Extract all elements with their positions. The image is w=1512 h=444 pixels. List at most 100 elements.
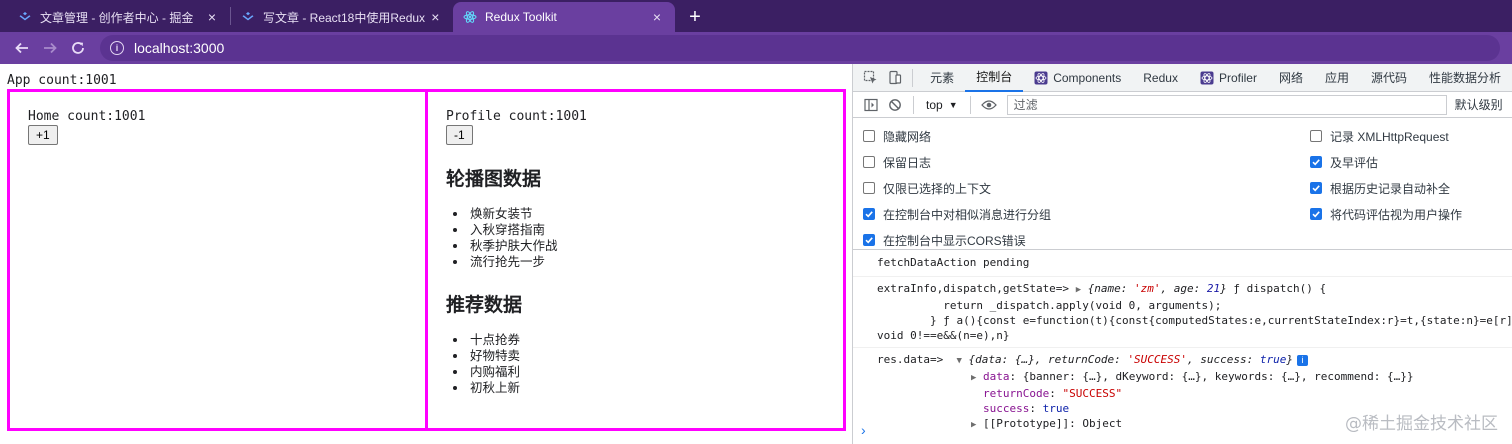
new-tab-button[interactable]: + [681,2,709,32]
recommend-list: 十点抢券 好物特卖 内购福利 初秋上新 [468,332,520,396]
info-icon[interactable]: i [1297,355,1309,366]
close-icon[interactable]: × [204,9,220,25]
close-icon[interactable]: × [428,9,443,25]
setting-autocomplete-history[interactable]: 根据历史记录自动补全 [1310,179,1450,197]
home-count-text: Home count:1001 [28,109,146,124]
setting-label: 将代码评估视为用户操作 [1330,207,1463,222]
decrement-button[interactable]: -1 [446,125,473,145]
browser-tab-title: 写文章 - React18中使用Redux T [263,10,428,25]
console-prompt[interactable]: › [861,422,866,438]
expand-triangle-icon[interactable]: ▶ [971,371,983,386]
expand-triangle-icon[interactable]: ▶ [971,418,983,433]
filter-placeholder: 过滤 [1013,98,1038,112]
string-value: 'SUCCESS' [1127,353,1188,366]
setting-selected-context-only[interactable]: 仅限已选择的上下文 [863,179,991,197]
tab-performance-insights[interactable]: 性能数据分析 [1418,64,1512,92]
checkbox-checked[interactable] [1310,182,1322,194]
property-value: : {banner: {…}, dKeyword: {…}, keywords:… [1009,370,1414,383]
setting-show-cors-errors[interactable]: 在控制台中显示CORS错误 [863,231,1026,249]
log-label: res.data=> [877,353,944,366]
list-item: 十点抢券 [468,332,520,348]
property-value: Object [1082,417,1123,430]
list-item: 好物特卖 [468,348,520,364]
eye-icon[interactable] [977,93,1001,117]
devtools-panel: 元素 控制台 Components Redux Profiler 网络 应用 源… [852,64,1512,444]
tab-redux[interactable]: Redux [1132,64,1189,92]
site-info-icon[interactable]: i [110,41,124,55]
setting-eager-evaluation[interactable]: 及早评估 [1310,153,1378,171]
object-preview[interactable]: {data: {…}, returnCode: 'SUCCESS', succe… [968,353,1293,366]
function-preview[interactable]: ƒ dispatch() { [1227,282,1326,295]
setting-group-similar[interactable]: 在控制台中对相似消息进行分组 [863,205,1051,223]
expand-triangle-icon[interactable]: ▶ [1076,283,1088,298]
juejin-logo-icon [241,10,255,24]
browser-tab-title: Redux Toolkit [485,10,557,24]
dropdown-arrow-icon: ▼ [948,99,958,110]
console-toolbar: top ▼ 过滤 默认级别 [853,92,1512,118]
inspect-element-icon[interactable] [859,66,883,90]
setting-preserve-log[interactable]: 保留日志 [863,153,931,171]
object-text: } [1286,353,1294,366]
boolean-value: true [1259,353,1287,366]
setting-hide-network[interactable]: 隐藏网络 [863,127,931,145]
back-arrow-icon[interactable] [8,34,36,62]
devtools-tab-bar: 元素 控制台 Components Redux Profiler 网络 应用 源… [853,64,1512,92]
property-key: success [983,402,1030,415]
browser-tab-juejin-write[interactable]: 写文章 - React18中使用Redux T × [231,2,453,32]
function-body-line: return _dispatch.apply(void 0, arguments… [877,299,1222,312]
clear-console-icon[interactable] [883,93,907,117]
increment-button[interactable]: +1 [28,125,58,145]
log-text: fetchDataAction pending [877,256,1030,269]
object-preview[interactable]: {name: 'zm', age: 21} [1088,282,1227,295]
home-panel: Home count:1001 +1 [7,89,428,431]
tab-sources[interactable]: 源代码 [1360,64,1418,92]
property-key: [[Prototype]] [983,417,1070,430]
context-selector[interactable]: top ▼ [920,95,964,115]
tab-elements[interactable]: 元素 [919,64,965,92]
log-levels-dropdown[interactable]: 默认级别 [1455,96,1503,113]
console-filter-input[interactable]: 过滤 [1006,94,1447,115]
setting-eval-user-gesture[interactable]: 将代码评估视为用户操作 [1310,205,1462,223]
checkbox-checked[interactable] [1310,208,1322,220]
property-key: data [983,370,1010,383]
tab-network[interactable]: 网络 [1268,64,1314,92]
list-item: 秋季护肤大作战 [468,238,558,254]
console-message: extraInfo,dispatch,getState=> ▶ {name: 'z… [853,277,1512,348]
checkbox-checked[interactable] [1310,156,1322,168]
function-body-line: void 0!==e&&(n=e),n} [877,329,1010,342]
tab-components[interactable]: Components [1023,64,1132,92]
checkbox[interactable] [863,156,875,168]
object-text: , success: [1187,353,1260,366]
device-toolbar-icon[interactable] [883,66,907,90]
close-icon[interactable]: × [649,9,665,25]
browser-tab-redux-toolkit[interactable]: Redux Toolkit × [453,2,675,32]
object-text: {name: [1087,282,1135,295]
tab-console[interactable]: 控制台 [965,64,1024,92]
setting-log-xhr[interactable]: 记录 XMLHttpRequest [1310,127,1449,145]
banner-list: 焕新女装节 入秋穿搭指南 秋季护肤大作战 流行抢先一步 [468,206,558,270]
function-body-line: } ƒ a(){const e=function(t){const{comput… [877,314,1512,327]
sidebar-toggle-icon[interactable] [859,93,883,117]
reload-icon[interactable] [64,34,92,62]
checkbox[interactable] [1310,130,1322,142]
app-count-text: App count:1001 [7,73,117,88]
browser-tab-juejin-manage[interactable]: 文章管理 - 创作者中心 - 掘金 × [8,2,230,32]
page-viewport: App count:1001 Home count:1001 +1 Profil… [0,64,852,444]
checkbox[interactable] [863,182,875,194]
list-item: 焕新女装节 [468,206,558,222]
number-value: 21 [1206,282,1221,295]
forward-arrow-icon[interactable] [36,34,64,62]
checkbox[interactable] [863,130,875,142]
address-bar[interactable]: i localhost:3000 [100,35,1500,61]
profile-panel: Profile count:1001 -1 轮播图数据 焕新女装节 入秋穿搭指南… [425,89,846,431]
toolbar-divider [913,95,914,114]
property-value: true [1042,402,1070,415]
checkbox-checked[interactable] [863,234,875,246]
list-item: 内购福利 [468,364,520,380]
tab-application[interactable]: 应用 [1314,64,1360,92]
collapse-triangle-icon[interactable]: ▼ [956,354,968,369]
react-logo-icon [463,10,477,24]
tab-profiler[interactable]: Profiler [1189,64,1268,92]
checkbox-checked[interactable] [863,208,875,220]
tab-label: Components [1053,70,1122,85]
